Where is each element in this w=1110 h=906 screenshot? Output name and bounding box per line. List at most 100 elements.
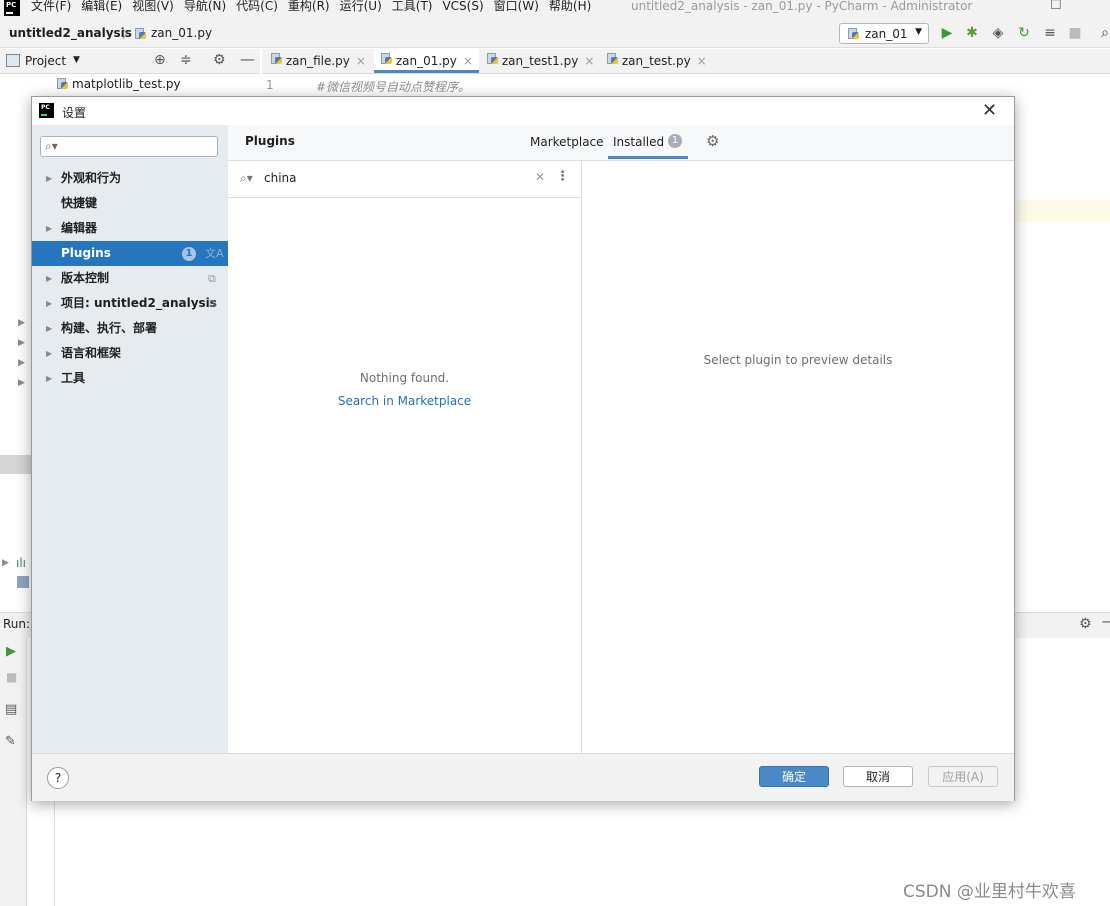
chevron-right-icon: ▶: [46, 299, 53, 308]
panel-divider[interactable]: [581, 161, 582, 753]
pin-icon[interactable]: ✎: [5, 734, 16, 749]
menu-refactor[interactable]: 重构(R): [288, 0, 330, 12]
update-count-badge: 1: [182, 247, 196, 261]
sidebar-item-build[interactable]: ▶ 构建、执行、部署: [32, 316, 228, 341]
maximize-icon[interactable]: ☐: [1050, 0, 1062, 13]
plugin-preview-placeholder: Select plugin to preview details: [703, 353, 893, 367]
close-icon[interactable]: ×: [584, 54, 594, 68]
scratches-icon: [17, 576, 29, 588]
sidebar-item-tools[interactable]: ▶ 工具: [32, 366, 228, 391]
tab-label: zan_01.py: [395, 54, 457, 68]
menu-tools[interactable]: 工具(T): [392, 0, 433, 12]
close-icon[interactable]: ×: [356, 54, 366, 68]
tree-expand-icon[interactable]: ▶: [2, 558, 9, 568]
sidebar-item-vcs[interactable]: ▶ 版本控制 ⧉: [32, 266, 228, 291]
sidebar-item-editor[interactable]: ▶ 编辑器: [32, 216, 228, 241]
tab-zan-file[interactable]: zan_file.py ×: [270, 49, 366, 73]
plugins-header: Plugins Marketplace Installed 1 ⚙: [228, 125, 1014, 161]
chevron-down-icon[interactable]: ▼: [73, 55, 80, 65]
tree-expand-icon[interactable]: ▶: [18, 318, 25, 328]
sidebar-item-label: 项目: untitled2_analysis: [61, 296, 217, 310]
chevron-right-icon: ▶: [46, 274, 53, 283]
run-toolbar: ▶ ■ ▤ ✎: [0, 638, 27, 906]
tab-marketplace[interactable]: Marketplace: [530, 135, 604, 149]
hide-icon[interactable]: —: [240, 50, 255, 68]
plugins-panel: Plugins Marketplace Installed 1 ⚙ ⌕▾ chi…: [228, 125, 1014, 753]
sidebar-item-label: 构建、执行、部署: [61, 321, 158, 335]
debug-icon[interactable]: ✱: [963, 24, 981, 42]
tab-zan-test[interactable]: zan_test.py ×: [606, 49, 707, 73]
profile-icon[interactable]: ↻: [1015, 24, 1033, 42]
breadcrumb-file[interactable]: zan_01.py: [151, 26, 212, 40]
project-scope-icon: ⧉: [208, 297, 216, 310]
sidebar-item-label: 语言和框架: [61, 346, 122, 360]
collapse-all-icon[interactable]: ≑: [180, 52, 192, 68]
sidebar-item-languages[interactable]: ▶ 语言和框架: [32, 341, 228, 366]
gear-icon[interactable]: ⚙: [213, 52, 226, 68]
code-line[interactable]: #微信视频号自动点赞程序。: [316, 78, 470, 95]
run-config-select[interactable]: zan_01 ▼: [839, 23, 929, 44]
project-tree-item[interactable]: matplotlib_test.py: [72, 77, 181, 91]
tree-expand-icon[interactable]: ▶: [18, 338, 25, 348]
hide-icon[interactable]: −: [1101, 615, 1110, 630]
main-menu: 文件(F) 编辑(E) 视图(V) 导航(N) 代码(C) 重构(R) 运行(U…: [31, 0, 591, 12]
sidebar-item-appearance[interactable]: ▶ 外观和行为: [32, 166, 228, 191]
plugin-search-field[interactable]: ⌕▾ china ✕ ⋮: [228, 161, 581, 198]
python-config-icon: [847, 27, 859, 43]
search-marketplace-link[interactable]: Search in Marketplace: [228, 394, 581, 408]
line-number: 1: [266, 78, 274, 92]
menu-code[interactable]: 代码(C): [236, 0, 278, 12]
close-icon[interactable]: ×: [463, 54, 473, 68]
project-scope-icon: ⧉: [208, 272, 216, 285]
chevron-right-icon: ▶: [46, 349, 53, 358]
page-title: Plugins: [245, 134, 295, 148]
menu-vcs[interactable]: VCS(S): [442, 0, 483, 12]
menu-view[interactable]: 视图(V): [132, 0, 174, 12]
sidebar-item-keymap[interactable]: 快捷键: [32, 191, 228, 216]
project-tool-header: Project ▼ ⊕ ≑ ⚙ —: [0, 49, 260, 74]
caret-line-highlight: [1014, 200, 1110, 222]
ok-button[interactable]: 确定: [759, 766, 829, 787]
settings-search-input[interactable]: ⌕▾: [40, 136, 218, 157]
watermark: CSDN @业里村牛欢喜: [903, 882, 1076, 902]
close-icon[interactable]: ×: [697, 54, 707, 68]
search-everywhere-icon[interactable]: ⌕: [1096, 24, 1110, 42]
apply-button[interactable]: 应用(A): [928, 766, 998, 787]
help-button[interactable]: ?: [47, 767, 69, 789]
project-view-label[interactable]: Project: [25, 54, 66, 68]
sidebar-item-label: 编辑器: [61, 221, 98, 235]
tree-expand-icon[interactable]: ▶: [18, 378, 25, 388]
menu-help[interactable]: 帮助(H): [549, 0, 591, 12]
menu-edit[interactable]: 编辑(E): [81, 0, 122, 12]
tab-zan-test1[interactable]: zan_test1.py ×: [486, 49, 594, 73]
stop-icon[interactable]: ■: [6, 670, 17, 684]
clear-icon[interactable]: ✕: [535, 170, 545, 184]
locate-icon[interactable]: ⊕: [154, 52, 166, 68]
rerun-icon[interactable]: ▶: [6, 644, 16, 659]
plugin-search-input[interactable]: china: [264, 171, 297, 185]
gear-icon[interactable]: ⚙: [706, 132, 719, 150]
concurrency-icon[interactable]: ≡: [1041, 24, 1059, 42]
tree-expand-icon[interactable]: ▶: [18, 358, 25, 368]
coverage-icon[interactable]: ◈: [989, 24, 1007, 42]
more-options-icon[interactable]: ⋮: [556, 169, 569, 184]
tab-zan-01[interactable]: zan_01.py ×: [374, 49, 479, 73]
menu-window[interactable]: 窗口(W): [494, 0, 539, 12]
menu-navigate[interactable]: 导航(N): [184, 0, 226, 12]
menu-file[interactable]: 文件(F): [31, 0, 71, 12]
chevron-right-icon: ▶: [46, 174, 53, 183]
menu-run[interactable]: 运行(U): [340, 0, 382, 12]
chevron-right-icon: ▶: [46, 374, 53, 383]
python-file-icon: [486, 52, 498, 65]
close-icon[interactable]: ✕: [982, 100, 997, 121]
run-icon[interactable]: ▶: [938, 24, 956, 42]
layout-icon[interactable]: ▤: [5, 702, 17, 717]
sidebar-item-plugins[interactable]: Plugins 1 文A: [32, 241, 228, 266]
stop-icon[interactable]: ■: [1066, 24, 1084, 42]
sidebar-item-project[interactable]: ▶ 项目: untitled2_analysis ⧉: [32, 291, 228, 316]
tab-installed[interactable]: Installed: [613, 135, 664, 149]
breadcrumb-project[interactable]: untitled2_analysis: [9, 26, 132, 40]
window-title: untitled2_analysis - zan_01.py - PyCharm…: [631, 0, 973, 13]
cancel-button[interactable]: 取消: [843, 766, 913, 787]
gear-icon[interactable]: ⚙: [1079, 616, 1092, 632]
